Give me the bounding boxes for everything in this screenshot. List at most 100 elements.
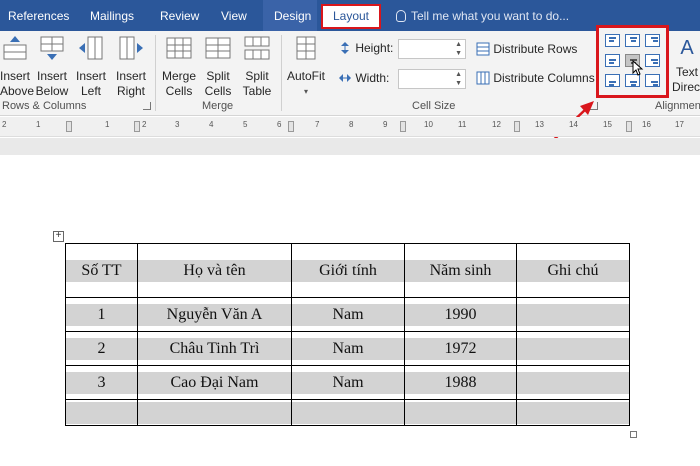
ruler-number: 16: [642, 120, 651, 129]
insert-below-label-2: Below: [35, 84, 69, 98]
merge-cells-button[interactable]: Merge Cells: [160, 35, 198, 99]
autofit-button[interactable]: AutoFit ▾: [284, 35, 328, 99]
tab-references[interactable]: References: [8, 0, 69, 31]
rows-columns-launcher-icon[interactable]: [143, 102, 151, 110]
ribbon-tab-bar: References Mailings Review View Design L…: [0, 0, 700, 31]
height-input[interactable]: ▲ ▼: [398, 39, 466, 59]
table-cell[interactable]: 1: [65, 297, 138, 332]
align-center-left-icon[interactable]: [605, 54, 620, 67]
text-direction-icon: A: [680, 37, 694, 59]
insert-left-label-1: Insert: [75, 69, 106, 83]
ruler-column-marker[interactable]: [626, 121, 632, 132]
height-spin-down-icon[interactable]: ▼: [455, 50, 462, 58]
table-cell[interactable]: Nguyễn Văn A: [137, 297, 292, 332]
autofit-icon: [296, 36, 316, 60]
table-header-cell[interactable]: Năm sinh: [404, 243, 517, 298]
table-cell[interactable]: 2: [65, 331, 138, 366]
table-cell[interactable]: [291, 399, 405, 426]
table-cell[interactable]: 1988: [404, 365, 517, 400]
table-cell[interactable]: [65, 399, 138, 426]
merge-cells-label-1: Merge: [161, 69, 196, 83]
table-move-handle-icon[interactable]: +: [53, 231, 64, 242]
tell-me-placeholder: Tell me what you want to do...: [411, 9, 570, 23]
text-direction-button[interactable]: A Text Directi: [672, 35, 700, 95]
distribute-rows-button[interactable]: Distribute Rows: [476, 42, 577, 56]
cell-size-launcher-icon[interactable]: [590, 102, 598, 110]
table-cell[interactable]: Nam: [291, 331, 405, 366]
ruler-number: 4: [209, 120, 214, 129]
insert-above-label-1: Insert: [0, 69, 31, 83]
tab-mailings[interactable]: Mailings: [90, 0, 134, 31]
insert-below-label-1: Insert: [36, 69, 67, 83]
ruler-indent-marker[interactable]: [66, 121, 72, 132]
tab-design[interactable]: Design: [274, 0, 311, 31]
page-top-gap: [0, 138, 700, 155]
table-header-row: Số TT Họ và tên Giới tính Năm sinh Ghi c…: [65, 243, 630, 298]
ruler-column-marker[interactable]: [400, 121, 406, 132]
insert-below-button[interactable]: Insert Below: [33, 35, 71, 99]
table-cell[interactable]: 1990: [404, 297, 517, 332]
table-cell[interactable]: Nam: [291, 297, 405, 332]
table-cell[interactable]: [516, 331, 630, 366]
distribute-rows-icon: [476, 42, 490, 56]
tab-review[interactable]: Review: [160, 0, 199, 31]
align-center-right-icon[interactable]: [645, 54, 660, 67]
text-direction-label-1: Text: [675, 65, 698, 79]
align-bottom-right-icon[interactable]: [645, 74, 660, 87]
row-height-icon: [341, 42, 349, 54]
ruler-column-marker[interactable]: [134, 121, 140, 132]
ruler-number: 3: [175, 120, 180, 129]
table-header-cell[interactable]: Ghi chú: [516, 243, 630, 298]
insert-above-button[interactable]: Insert Above: [0, 35, 34, 99]
table-cell[interactable]: Nam: [291, 365, 405, 400]
column-width-icon: [339, 74, 351, 82]
table-cell[interactable]: [516, 297, 630, 332]
table-row: 1 Nguyễn Văn A Nam 1990: [65, 297, 630, 332]
split-cells-button[interactable]: Split Cells: [200, 35, 236, 99]
text-direction-label-2: Directi: [672, 80, 700, 94]
ruler-number: 1: [105, 120, 110, 129]
table-row: 3 Cao Đại Nam Nam 1988: [65, 365, 630, 400]
tell-me-search[interactable]: Tell me what you want to do...: [396, 0, 569, 31]
ruler-column-marker[interactable]: [514, 121, 520, 132]
table-cell[interactable]: Châu Tinh Trì: [137, 331, 292, 366]
table-header-cell[interactable]: Số TT: [65, 243, 138, 298]
split-cells-icon: [205, 37, 231, 59]
tab-layout[interactable]: Layout: [321, 4, 381, 29]
align-bottom-left-icon[interactable]: [605, 74, 620, 87]
align-top-left-icon[interactable]: [605, 34, 620, 47]
table-cell[interactable]: [137, 399, 292, 426]
group-label-alignment: Alignmen: [655, 100, 700, 112]
insert-right-button[interactable]: Insert Right: [112, 35, 150, 99]
table-cell[interactable]: 1972: [404, 331, 517, 366]
table-cell[interactable]: 3: [65, 365, 138, 400]
align-top-center-icon[interactable]: [625, 34, 640, 47]
split-table-icon: [244, 36, 270, 60]
width-input[interactable]: ▲ ▼: [398, 69, 466, 89]
table-cell[interactable]: [516, 365, 630, 400]
table-cell[interactable]: [404, 399, 517, 426]
table-header-cell[interactable]: Giới tính: [291, 243, 405, 298]
distribute-columns-label: Distribute Columns: [493, 71, 595, 85]
align-top-right-icon[interactable]: [645, 34, 660, 47]
ruler-column-marker[interactable]: [288, 121, 294, 132]
width-spin-down-icon[interactable]: ▼: [455, 80, 462, 88]
ruler-number: 8: [349, 120, 354, 129]
ruler-number: 15: [603, 120, 612, 129]
ruler-number: 7: [315, 120, 320, 129]
lightbulb-icon: [396, 10, 406, 22]
ruler-number: 10: [424, 120, 433, 129]
tab-view[interactable]: View: [221, 0, 247, 31]
distribute-columns-button[interactable]: Distribute Columns: [476, 71, 595, 85]
width-spin-up-icon[interactable]: ▲: [455, 71, 462, 79]
table-resize-handle[interactable]: [630, 431, 637, 438]
insert-left-button[interactable]: Insert Left: [74, 35, 108, 99]
insert-left-icon: [79, 36, 103, 60]
height-spin-up-icon[interactable]: ▲: [455, 41, 462, 49]
document-table[interactable]: Số TT Họ và tên Giới tính Năm sinh Ghi c…: [65, 243, 630, 426]
split-table-button[interactable]: Split Table: [238, 35, 276, 99]
table-header-cell[interactable]: Họ và tên: [137, 243, 292, 298]
horizontal-ruler[interactable]: 2 1 1 2 3 4 5 6 7 8 9 10 11 12 13 14 15 …: [0, 117, 700, 137]
table-cell[interactable]: [516, 399, 630, 426]
table-cell[interactable]: Cao Đại Nam: [137, 365, 292, 400]
